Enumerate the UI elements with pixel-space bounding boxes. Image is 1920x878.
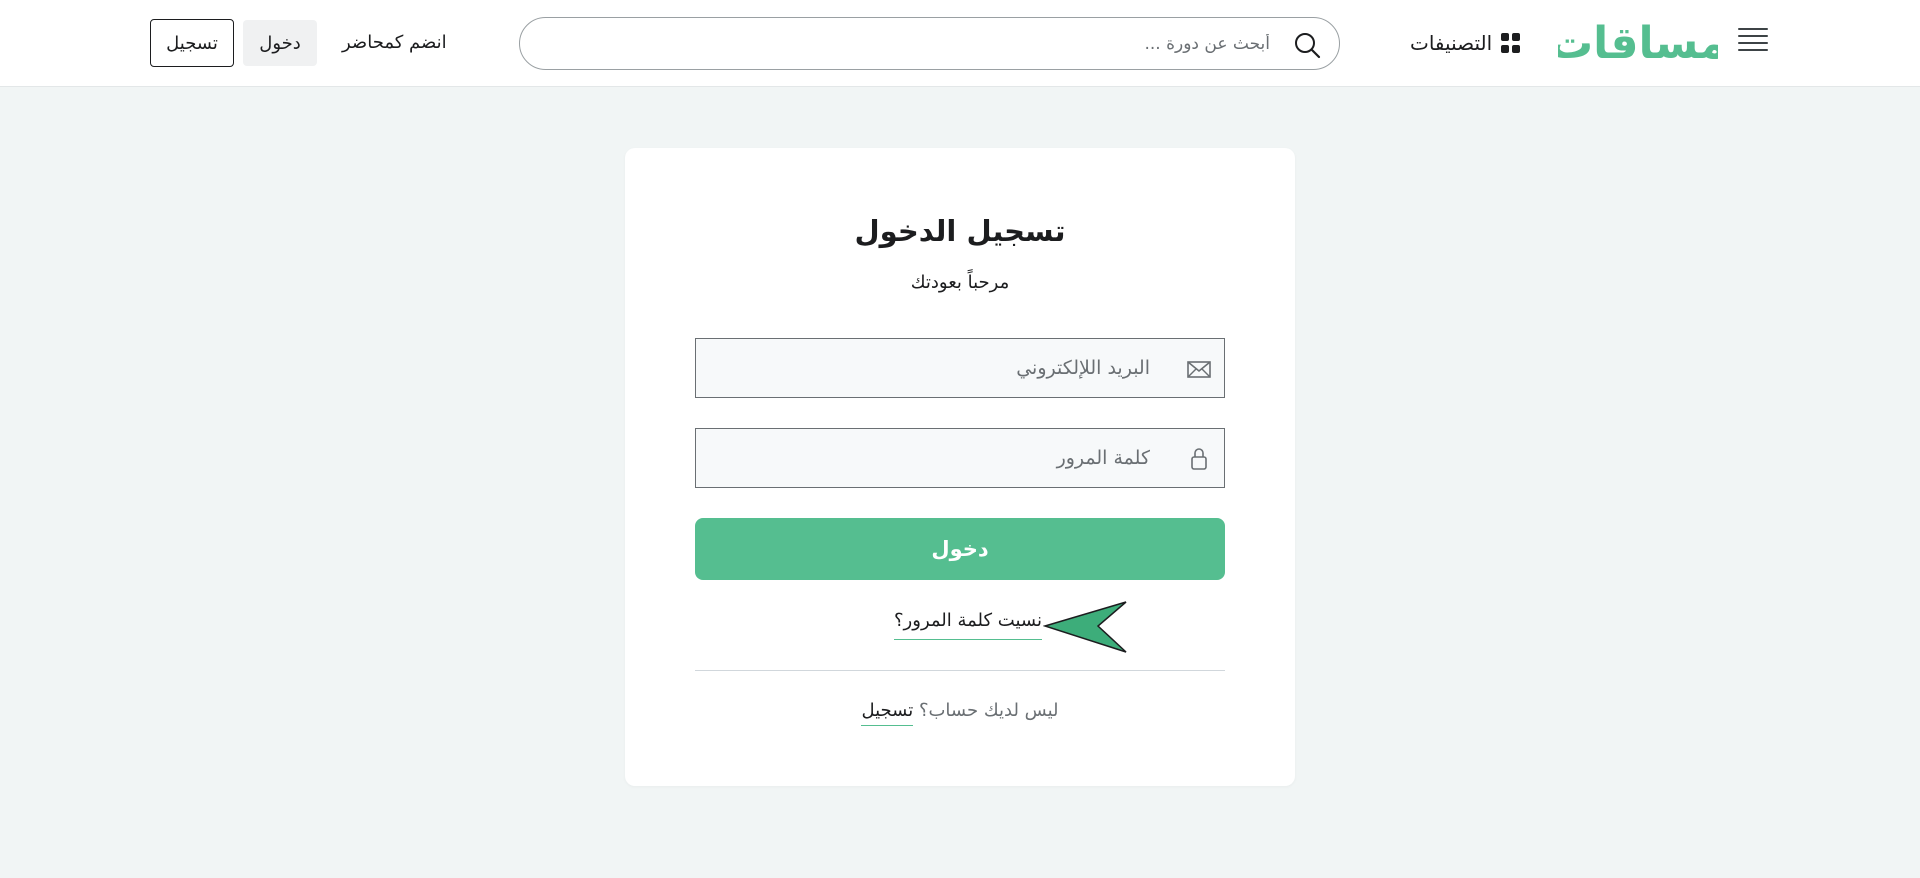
- forgot-password-link[interactable]: نسيت كلمة المرور؟: [894, 610, 1042, 640]
- top-navbar: مساقات التصنيفات انضم كمحاضر دخول تسجيل: [0, 0, 1920, 87]
- svg-text:مساقات: مساقات: [1558, 18, 1718, 69]
- lock-icon: [1191, 448, 1207, 470]
- email-field-wrapper: [695, 338, 1225, 398]
- menu-icon[interactable]: [1738, 28, 1768, 54]
- categories-menu[interactable]: التصنيفات: [1410, 26, 1521, 60]
- categories-label: التصنيفات: [1410, 31, 1493, 55]
- signup-link[interactable]: تسجيل: [861, 700, 914, 726]
- no-account-text: ليس لديك حساب؟: [918, 700, 1059, 721]
- header-register-button[interactable]: تسجيل: [150, 19, 234, 67]
- envelope-icon: [1187, 361, 1211, 378]
- search-icon[interactable]: [1293, 31, 1321, 59]
- login-card: تسجيل الدخول مرحباً بعودتك دخول نسيت كلم…: [625, 148, 1295, 786]
- page-title: تسجيل الدخول: [854, 214, 1066, 248]
- brand-logo[interactable]: مساقات: [1558, 14, 1718, 70]
- password-field-wrapper: [695, 428, 1225, 488]
- grid-icon: [1500, 33, 1521, 53]
- welcome-subtitle: مرحباً بعودتك: [910, 272, 1010, 293]
- search-input[interactable]: [540, 26, 1270, 62]
- password-input[interactable]: [710, 429, 1150, 487]
- email-input[interactable]: [710, 339, 1150, 397]
- header-login-button[interactable]: دخول: [243, 20, 317, 66]
- become-instructor-button[interactable]: انضم كمحاضر: [334, 22, 455, 62]
- arrow-pointer-icon: [1043, 601, 1127, 653]
- search-bar: [519, 17, 1340, 70]
- login-submit-button[interactable]: دخول: [695, 518, 1225, 580]
- divider: [695, 670, 1225, 671]
- signup-prompt: ليس لديك حساب؟ تسجيل: [625, 700, 1295, 726]
